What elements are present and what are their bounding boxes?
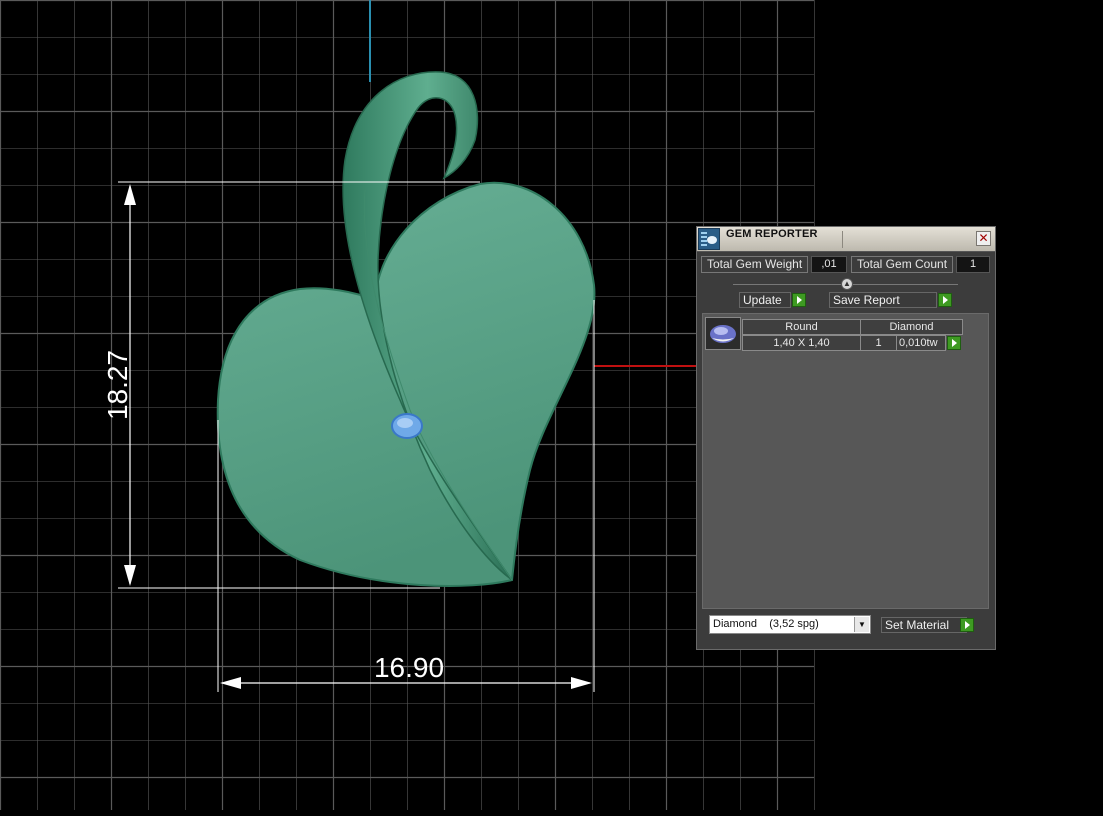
- total-gem-count-label: Total Gem Count: [851, 256, 953, 273]
- material-select[interactable]: Diamond (3,52 spg) ▼: [709, 615, 871, 634]
- height-dimension-label: 18.27: [102, 350, 133, 420]
- gem-shape-header: Round: [742, 319, 861, 335]
- close-icon[interactable]: ✕: [976, 231, 991, 246]
- gem-count-cell: 1: [860, 335, 897, 351]
- gem-reporter-icon: [698, 228, 720, 250]
- gem-highlight: [397, 418, 413, 428]
- width-dimension-label: 16.90: [374, 652, 444, 683]
- save-report-go-icon[interactable]: [938, 293, 952, 307]
- total-gem-weight-value: ,01: [811, 256, 847, 273]
- gem-reporter-panel: GEM REPORTER ✕ Total Gem Weight ,01 Tota…: [696, 226, 996, 650]
- collapse-toggle-icon[interactable]: ▲: [841, 278, 853, 290]
- panel-titlebar[interactable]: GEM REPORTER ✕: [697, 227, 995, 252]
- save-report-button[interactable]: Save Report: [829, 292, 937, 308]
- update-go-icon[interactable]: [792, 293, 806, 307]
- gem-weight-cell: 0,010tw: [896, 335, 946, 351]
- total-gem-count-value: 1: [956, 256, 990, 273]
- set-material-go-icon[interactable]: [960, 618, 974, 632]
- material-select-value: Diamond (3,52 spg): [713, 618, 819, 630]
- update-button[interactable]: Update: [739, 292, 791, 308]
- total-gem-weight-label: Total Gem Weight: [701, 256, 808, 273]
- panel-title: GEM REPORTER: [726, 228, 818, 240]
- leaf-pendant-model[interactable]: [216, 71, 596, 587]
- gem-material-header: Diamond: [860, 319, 963, 335]
- set-material-button[interactable]: Set Material: [881, 617, 967, 633]
- gem-row-go-icon[interactable]: [947, 336, 961, 350]
- gem-list[interactable]: [702, 313, 989, 609]
- gem-thumbnail-icon[interactable]: [705, 317, 741, 350]
- leaf-body: [216, 181, 596, 587]
- titlebar-divider: [842, 231, 843, 248]
- gem-size-cell: 1,40 X 1,40: [742, 335, 861, 351]
- chevron-down-icon[interactable]: ▼: [854, 617, 869, 632]
